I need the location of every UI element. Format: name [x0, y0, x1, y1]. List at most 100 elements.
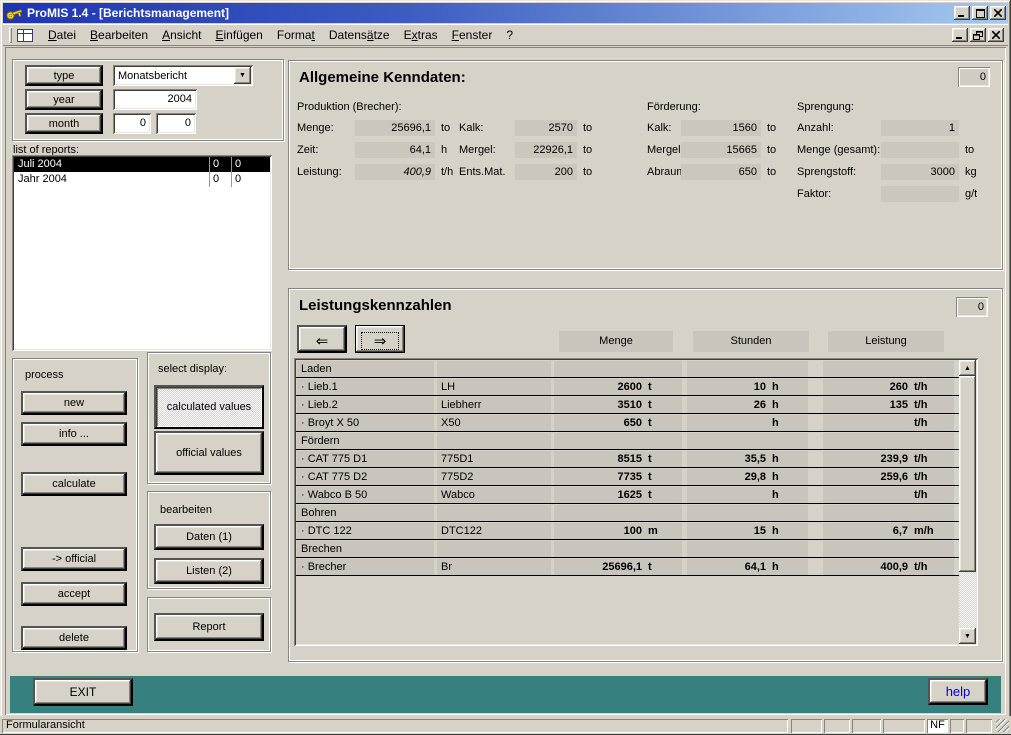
table-cell-leistung: 259,6t/h	[823, 469, 954, 485]
table-cell	[687, 505, 808, 521]
scroll-up-icon[interactable]: ▲	[959, 360, 976, 376]
resize-grip[interactable]	[996, 719, 1009, 732]
help-button[interactable]: help	[928, 678, 988, 705]
table-cell-stunden: 64,1h	[687, 559, 808, 575]
kenndaten-value: 25696,1	[355, 120, 435, 136]
table-cell-stunden: h	[687, 415, 808, 431]
scroll-down-icon[interactable]: ▼	[959, 628, 976, 644]
menu-item-ansicht[interactable]: Ansicht	[155, 26, 208, 44]
table-row[interactable]: · CAT 775 D1775D18515t35,5h239,9t/h	[296, 450, 959, 468]
child-restore-button[interactable]	[970, 28, 986, 42]
report-count-2: 0	[235, 172, 241, 187]
chevron-down-icon[interactable]: ▼	[234, 67, 251, 84]
leistung-record-counter: 0	[956, 297, 988, 317]
previous-arrow-button[interactable]: ⇐	[297, 325, 347, 353]
leistung-unit: t/h	[914, 415, 927, 431]
official-values-button[interactable]: official values	[154, 431, 264, 475]
leistung-title: Leistungskennzahlen	[299, 297, 452, 314]
table-row[interactable]: · Lieb.1LH2600t10h260t/h	[296, 378, 959, 396]
table-section-row: Laden	[296, 360, 959, 378]
kenndaten-row: Leistung:400,9t/h	[297, 163, 461, 185]
table-cell	[437, 541, 551, 557]
table-cell	[437, 433, 551, 449]
month-input-2[interactable]: 0	[156, 113, 196, 134]
stunden-value: 15	[687, 523, 766, 539]
kenndaten-unit: to	[767, 144, 776, 156]
table-cell-menge: 100m	[554, 523, 682, 539]
listen-button[interactable]: Listen (2)	[154, 558, 264, 584]
next-arrow-button[interactable]: ⇒	[355, 325, 405, 353]
calculate-button[interactable]: calculate	[21, 472, 127, 496]
maximize-button[interactable]	[972, 6, 988, 20]
table-cell-leistung: 400,9t/h	[823, 559, 954, 575]
table-cell	[437, 505, 551, 521]
table-row[interactable]: · BrecherBr25696,1t64,1h400,9t/h	[296, 558, 959, 576]
stunden-unit: h	[772, 469, 779, 485]
table-cell-stunden: 26h	[687, 397, 808, 413]
kenndaten-row: Sprengstoff:3000kg	[797, 163, 997, 185]
menu-item-?[interactable]: ?	[499, 26, 520, 44]
report-count-1: 0	[213, 157, 219, 172]
type-button[interactable]: type	[25, 65, 103, 86]
table-cell-code: 775D2	[437, 469, 551, 485]
table-row[interactable]: · CAT 775 D2775D27735t29,8h259,6t/h	[296, 468, 959, 486]
kenndaten-unit: to	[583, 144, 592, 156]
table-row[interactable]: · Wabco B 50Wabco1625tht/h	[296, 486, 959, 504]
daten-button[interactable]: Daten (1)	[154, 524, 264, 550]
column-header-menge: Menge	[559, 331, 673, 352]
kenndaten-label: Menge (gesamt):	[797, 144, 880, 156]
kenndaten-title: Allgemeine Kenndaten:	[299, 69, 466, 86]
exit-button[interactable]: EXIT	[33, 678, 133, 706]
table-row[interactable]: · Broyt X 50X50650tht/h	[296, 414, 959, 432]
calculated-values-button[interactable]: calculated values	[154, 385, 264, 429]
status-nf-indicator: NF	[927, 719, 948, 733]
menu-item-datenstze[interactable]: Datensätze	[322, 26, 397, 44]
column-divider	[231, 157, 232, 172]
table-cell	[554, 361, 682, 377]
table-cell-name: · Lieb.2	[297, 397, 434, 413]
menge-value: 1625	[554, 487, 642, 503]
menu-item-datei[interactable]: Datei	[41, 26, 83, 44]
report-button[interactable]: Report	[154, 613, 264, 641]
menge-value: 100	[554, 523, 642, 539]
report-list-item[interactable]: Jahr 200400	[14, 172, 270, 187]
form-icon[interactable]	[17, 29, 33, 42]
menu-item-bearbeiten[interactable]: Bearbeiten	[83, 26, 155, 44]
stunden-value: 26	[687, 397, 766, 413]
kenndaten-unit: to	[583, 166, 592, 178]
menu-item-einfgen[interactable]: Einfügen	[208, 26, 269, 44]
toolbar-grip[interactable]	[9, 27, 12, 43]
child-minimize-button[interactable]	[952, 28, 968, 42]
table-section-row: Brechen	[296, 540, 959, 558]
month-button[interactable]: month	[25, 113, 103, 134]
menu-item-format[interactable]: Format	[270, 26, 322, 44]
kenndaten-value: 1	[881, 120, 959, 136]
close-button[interactable]	[990, 6, 1006, 20]
report-type-select[interactable]: Monatsbericht ▼	[113, 65, 253, 86]
month-input-1[interactable]: 0	[113, 113, 151, 134]
table-row[interactable]: · Lieb.2Liebherr3510t26h135t/h	[296, 396, 959, 414]
menge-value: 8515	[554, 451, 642, 467]
info-button[interactable]: info ...	[21, 422, 127, 446]
year-input[interactable]: 2004	[113, 89, 197, 110]
menge-value: 3510	[554, 397, 642, 413]
kenndaten-value: 400,9	[355, 164, 435, 180]
official-button[interactable]: -> official	[21, 547, 127, 571]
menu-bar: DateiBearbeitenAnsichtEinfügenFormatDate…	[3, 24, 1008, 46]
table-row[interactable]: · DTC 122DTC122100m15h6,7m/h	[296, 522, 959, 540]
accept-button[interactable]: accept	[21, 582, 127, 606]
child-close-button[interactable]	[988, 28, 1004, 42]
kenndaten-unit: to	[767, 122, 776, 134]
kenndaten-group-title	[459, 101, 599, 119]
delete-button[interactable]: delete	[21, 626, 127, 650]
arrow-left-icon: ⇐	[303, 332, 341, 350]
report-list-item[interactable]: Juli 200400	[14, 157, 270, 172]
kenndaten-value: 15665	[681, 142, 761, 158]
scrollbar-thumb[interactable]	[959, 376, 976, 572]
minimize-button[interactable]	[954, 6, 970, 20]
menu-item-extras[interactable]: Extras	[397, 26, 445, 44]
table-scrollbar[interactable]: ▲ ▼	[959, 360, 976, 644]
year-button[interactable]: year	[25, 89, 103, 110]
menu-item-fenster[interactable]: Fenster	[445, 26, 500, 44]
new-button[interactable]: new	[21, 391, 127, 415]
